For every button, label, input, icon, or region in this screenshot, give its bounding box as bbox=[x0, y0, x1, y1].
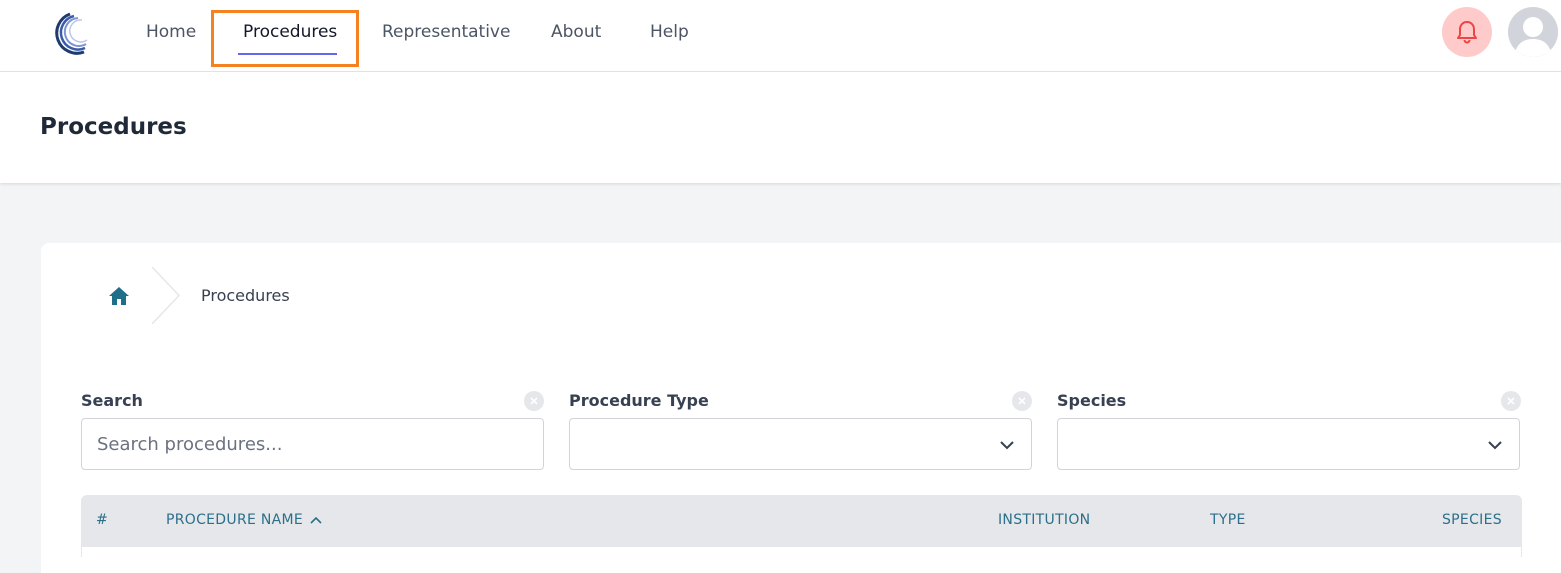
top-navbar: Home Procedures Representative About Hel… bbox=[0, 0, 1561, 72]
chevron-down-icon bbox=[1000, 441, 1014, 450]
nav-about[interactable]: About bbox=[551, 22, 601, 42]
table-body bbox=[81, 547, 1522, 557]
nav-help[interactable]: Help bbox=[650, 22, 689, 42]
chevron-down-icon bbox=[1488, 441, 1502, 450]
close-icon bbox=[530, 397, 538, 405]
column-procedure-name[interactable]: PROCEDURE NAME bbox=[166, 512, 323, 528]
search-field bbox=[81, 418, 544, 470]
close-icon bbox=[1018, 397, 1026, 405]
column-procedure-name-label: PROCEDURE NAME bbox=[166, 512, 304, 528]
species-label: Species bbox=[1057, 391, 1127, 410]
species-clear-button[interactable] bbox=[1501, 391, 1521, 411]
procedure-type-select[interactable] bbox=[569, 418, 1032, 470]
notifications-button[interactable] bbox=[1442, 7, 1492, 57]
user-avatar[interactable] bbox=[1508, 7, 1558, 57]
search-label: Search bbox=[81, 391, 143, 410]
table-header: # PROCEDURE NAME INSTITUTION TYPE SPECIE… bbox=[81, 495, 1522, 547]
highlight-box bbox=[211, 10, 359, 67]
content-card: Procedures Search Procedure Type Species bbox=[41, 243, 1561, 573]
search-input[interactable] bbox=[82, 419, 543, 469]
logo-icon[interactable] bbox=[40, 10, 88, 56]
column-index: # bbox=[96, 512, 109, 528]
procedure-type-label: Procedure Type bbox=[569, 391, 709, 410]
species-select[interactable] bbox=[1057, 418, 1520, 470]
nav-representative[interactable]: Representative bbox=[382, 22, 510, 42]
search-clear-button[interactable] bbox=[524, 391, 544, 411]
sort-ascending-icon bbox=[310, 516, 322, 524]
nav-home[interactable]: Home bbox=[146, 22, 196, 42]
user-icon bbox=[1508, 7, 1558, 57]
column-type[interactable]: TYPE bbox=[1210, 512, 1246, 528]
breadcrumb-separator bbox=[151, 267, 181, 324]
breadcrumb-current: Procedures bbox=[201, 286, 290, 305]
page-title: Procedures bbox=[40, 114, 187, 140]
column-species[interactable]: SPECIES bbox=[1442, 512, 1502, 528]
close-icon bbox=[1507, 397, 1515, 405]
procedure-type-clear-button[interactable] bbox=[1012, 391, 1032, 411]
column-institution[interactable]: INSTITUTION bbox=[998, 512, 1090, 528]
bell-icon bbox=[1457, 21, 1477, 44]
home-icon[interactable] bbox=[108, 285, 130, 307]
page-header: Procedures bbox=[0, 72, 1561, 183]
